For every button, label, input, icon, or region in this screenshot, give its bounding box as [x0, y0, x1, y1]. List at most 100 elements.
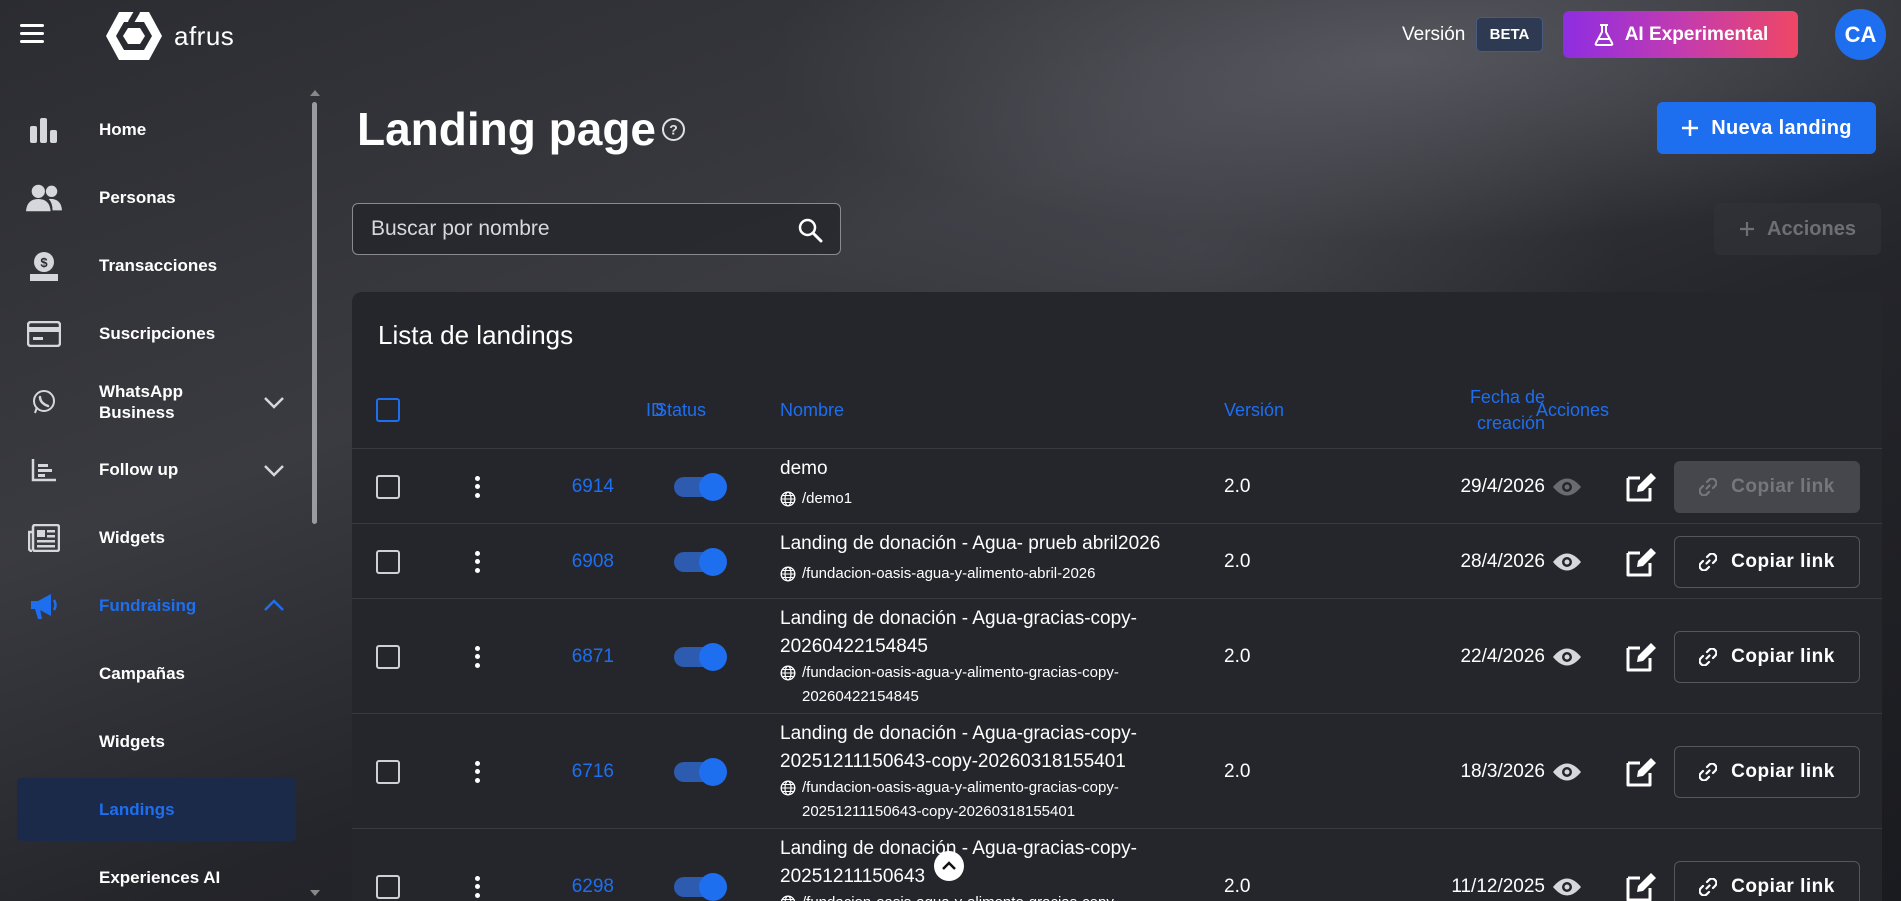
row-id-link[interactable]: 6914 [534, 476, 614, 498]
sidebar-item-campanas[interactable]: Campañas [17, 642, 296, 705]
credit-card-icon [26, 316, 62, 352]
creation-date: 28/4/2026 [1460, 550, 1545, 572]
table-row: 6914 demo /demo1 2.0 29/4/2026 Copiar li… [352, 448, 1882, 523]
sidebar-item-fundraising-widgets[interactable]: Widgets [17, 710, 296, 773]
landing-path-text: /fundacion-oasis-agua-y-alimento-gracias… [802, 779, 1119, 820]
eye-icon[interactable] [1552, 551, 1582, 573]
sidebar-item-widgets[interactable]: Widgets [17, 506, 296, 569]
search-icon[interactable] [797, 217, 823, 243]
bulk-actions-button[interactable]: Acciones [1714, 203, 1881, 255]
edit-icon[interactable] [1624, 545, 1658, 579]
version-value: 2.0 [1224, 760, 1251, 782]
more-options-icon[interactable] [474, 645, 480, 668]
edit-icon[interactable] [1624, 640, 1658, 674]
money-hand-icon: $ [26, 248, 62, 284]
menu-icon[interactable] [20, 24, 44, 44]
logo[interactable]: afrus [104, 10, 234, 62]
search-input[interactable] [371, 204, 791, 254]
sidebar-item-home[interactable]: Home [17, 98, 296, 161]
chart-list-icon [26, 452, 62, 488]
landing-path-text: /demo1 [802, 490, 853, 507]
ai-experimental-button[interactable]: AI Experimental [1563, 11, 1798, 58]
status-toggle[interactable] [674, 642, 727, 671]
header-version[interactable]: Versión [1224, 397, 1284, 423]
copy-link-button[interactable]: Copiar link [1674, 745, 1860, 798]
sidebar-item-label: Landings [99, 800, 175, 819]
chevron-down-icon[interactable] [261, 457, 287, 483]
landings-table-card: Lista de landings ID Status Nombre Versi… [352, 292, 1882, 901]
chevron-up-icon[interactable] [261, 593, 287, 619]
ai-experimental-label: AI Experimental [1624, 23, 1769, 45]
copy-link-button[interactable]: Copiar link [1674, 535, 1860, 588]
scrollbar-thumb[interactable] [312, 102, 317, 524]
scroll-up-arrow-icon[interactable] [310, 90, 320, 96]
sidebar-item-follow-up[interactable]: Follow up [17, 438, 296, 501]
scroll-to-top-button[interactable] [934, 851, 964, 881]
sidebar-item-transacciones[interactable]: $ Transacciones [17, 234, 296, 297]
link-icon [1699, 877, 1718, 896]
more-options-icon[interactable] [474, 875, 480, 898]
table-title: Lista de landings [378, 320, 574, 350]
page-title: Landing page [357, 103, 656, 155]
more-options-icon[interactable] [474, 475, 480, 498]
copy-link-button[interactable]: Copiar link [1674, 630, 1860, 683]
globe-icon [780, 895, 796, 901]
chevron-down-icon[interactable] [261, 389, 287, 415]
header-date-line2[interactable]: creación [1432, 410, 1545, 436]
sidebar-item-label: Suscripciones [99, 324, 216, 343]
sidebar-scrollbar[interactable] [310, 88, 320, 901]
status-toggle[interactable] [674, 547, 727, 576]
row-checkbox[interactable] [376, 759, 400, 784]
status-toggle[interactable] [674, 872, 727, 901]
more-options-icon[interactable] [474, 550, 480, 573]
eye-icon[interactable] [1552, 876, 1582, 898]
user-avatar[interactable]: CA [1835, 9, 1886, 60]
beta-badge[interactable]: BETA [1476, 17, 1543, 52]
version-label: Versión [1402, 24, 1466, 45]
row-checkbox[interactable] [376, 874, 400, 899]
sidebar-item-fundraising[interactable]: Fundraising [17, 574, 296, 637]
row-id-link[interactable]: 6298 [534, 876, 614, 898]
copy-link-button[interactable]: Copiar link [1674, 860, 1860, 901]
select-all-checkbox[interactable] [376, 398, 400, 422]
landing-path: /fundacion-oasis-agua-y-alimento-abril-2… [780, 562, 1200, 586]
eye-icon[interactable] [1552, 646, 1582, 668]
row-id-link[interactable]: 6908 [534, 551, 614, 573]
more-options-icon[interactable] [474, 760, 480, 783]
header-status[interactable]: Status [655, 397, 706, 423]
copy-link-button[interactable]: Copiar link [1674, 460, 1860, 513]
sidebar-item-personas[interactable]: Personas [17, 166, 296, 229]
landing-name: Landing de donación - Agua-gracias-copy-… [780, 608, 1138, 657]
new-landing-button[interactable]: Nueva landing [1657, 102, 1876, 154]
sidebar-item-suscripciones[interactable]: Suscripciones [17, 302, 296, 365]
landing-path: /fundacion-oasis-agua-y-alimento-gracias… [780, 891, 1200, 901]
header-id[interactable]: ID [594, 397, 664, 423]
row-checkbox[interactable] [376, 549, 400, 574]
sidebar-item-label: Widgets [99, 528, 165, 547]
eye-icon[interactable] [1552, 761, 1582, 783]
top-bar: afrus Versión BETA AI Experimental CA [0, 0, 1901, 70]
eye-icon[interactable] [1552, 476, 1582, 498]
scroll-down-arrow-icon[interactable] [310, 890, 320, 896]
sidebar-item-experiences-ai[interactable]: Experiences AI [17, 846, 296, 901]
status-toggle[interactable] [674, 472, 727, 501]
row-checkbox[interactable] [376, 474, 400, 499]
creation-date: 22/4/2026 [1460, 645, 1545, 667]
edit-icon[interactable] [1624, 755, 1658, 789]
row-id-link[interactable]: 6871 [534, 646, 614, 668]
header-name[interactable]: Nombre [780, 397, 844, 423]
help-icon[interactable]: ? [661, 117, 686, 142]
edit-icon[interactable] [1624, 870, 1658, 901]
landing-path: /demo1 [780, 487, 1200, 511]
row-checkbox[interactable] [376, 644, 400, 669]
sidebar-item-landings[interactable]: Landings [17, 778, 296, 841]
landing-name: Landing de donación - Agua-gracias-copy-… [780, 723, 1138, 772]
header-date-line1[interactable]: Fecha de [1432, 384, 1545, 410]
search-field[interactable] [352, 203, 841, 255]
status-toggle[interactable] [674, 757, 727, 786]
link-icon [1699, 647, 1718, 666]
sidebar-item-label: Transacciones [99, 256, 218, 275]
sidebar-item-whatsapp-business[interactable]: WhatsApp Business [17, 370, 296, 433]
row-id-link[interactable]: 6716 [534, 761, 614, 783]
edit-icon[interactable] [1624, 470, 1658, 504]
